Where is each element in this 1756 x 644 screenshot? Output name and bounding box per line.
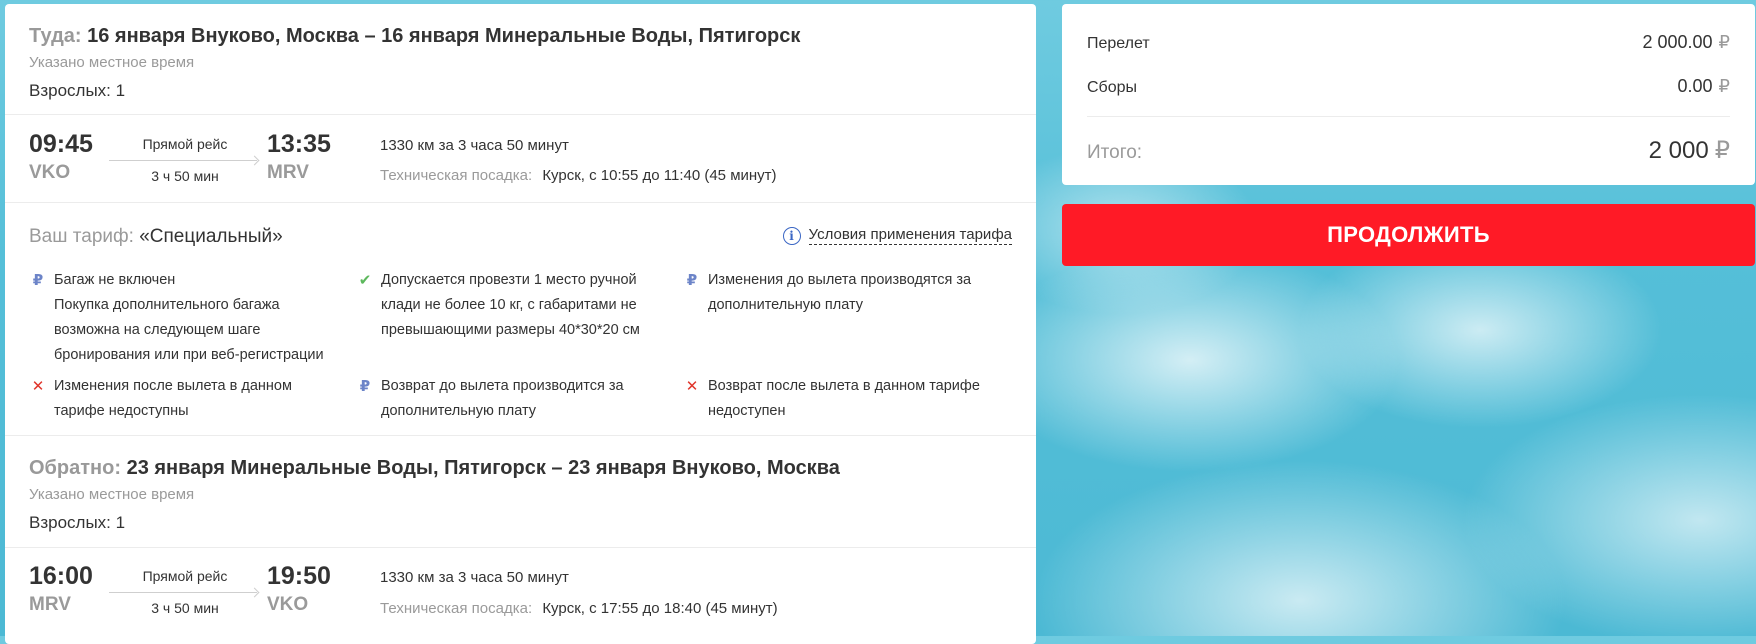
ruble-icon: ₽ — [686, 272, 698, 289]
tariff-feature: ₽ Багаж не включен Покупка дополнительно… — [33, 268, 344, 368]
flight-price-row: Перелет 2 000.00 ₽ — [1087, 32, 1730, 53]
tariff-label: Ваш тариф: — [29, 226, 134, 247]
outbound-arrival-time: 13:35 — [267, 130, 331, 158]
outbound-time-note: Указано местное время — [29, 54, 195, 71]
outbound-stopover: Техническая посадка: Курск, с 10:55 до 1… — [380, 167, 777, 184]
inbound-time-note: Указано местное время — [29, 486, 195, 503]
inbound-arrival-code: VKO — [267, 594, 309, 615]
inbound-departure-time: 16:00 — [29, 562, 93, 590]
inbound-flight-type: Прямой рейс — [142, 568, 228, 584]
ruble-icon: ₽ — [359, 378, 371, 395]
inbound-route: 23 января Минеральные Воды, Пятигорск – … — [126, 457, 840, 479]
tariff-feature: ✕ Возврат после вылета в данном тарифе н… — [686, 374, 998, 424]
tariff-conditions-link[interactable]: i Условия применения тарифа — [782, 226, 1012, 245]
info-icon: i — [782, 226, 801, 245]
divider — [5, 202, 1036, 203]
stopover-value: Курск, с 17:55 до 18:40 (45 минут) — [542, 600, 778, 617]
itinerary-card: Туда: 16 января Внуково, Москва – 16 янв… — [5, 4, 1036, 644]
outbound-route: 16 января Внуково, Москва – 16 января Ми… — [87, 25, 801, 47]
ruble-icon: ₽ — [1718, 76, 1730, 96]
divider — [5, 435, 1036, 436]
inbound-distance: 1330 км за 3 часа 50 минут — [380, 569, 569, 586]
inbound-title: Обратно: 23 января Минеральные Воды, Пят… — [29, 457, 840, 480]
outbound-title: Туда: 16 января Внуково, Москва – 16 янв… — [29, 25, 800, 48]
inbound-header: Обратно: 23 января Минеральные Воды, Пят… — [29, 457, 840, 533]
tariff-feature: ₽ Возврат до вылета производится за допо… — [360, 374, 671, 424]
tariff-title: Ваш тариф: «Специальный» — [29, 226, 283, 248]
flight-price-amount: 2 000.00 — [1642, 32, 1713, 52]
tariff-feature-text: Изменения после вылета в данном тарифе н… — [54, 378, 292, 419]
outbound-arrival-code: MRV — [267, 162, 309, 183]
total-label: Итого: — [1087, 142, 1143, 163]
flight-price-label: Перелет — [1087, 35, 1150, 52]
total-value: 2 000 ₽ — [1649, 136, 1730, 165]
tariff-feature-text: Допускается провезти 1 место ручной клад… — [381, 272, 640, 338]
total-row: Итого: 2 000 ₽ — [1087, 136, 1730, 165]
stopover-label: Техническая посадка: — [380, 600, 533, 617]
outbound-distance: 1330 км за 3 часа 50 минут — [380, 137, 569, 154]
tariff-feature: ✔ Допускается провезти 1 место ручной кл… — [359, 268, 671, 343]
outbound-direction-label: Туда: — [29, 25, 82, 47]
inbound-duration: 3 ч 50 мин — [151, 600, 219, 616]
outbound-flight-type: Прямой рейс — [142, 136, 228, 152]
tariff-feature: ₽ Изменения до вылета производятся за до… — [687, 268, 998, 318]
ruble-icon: ₽ — [1714, 137, 1730, 164]
cross-icon: ✕ — [685, 378, 699, 395]
divider — [1087, 116, 1730, 117]
flight-price-value: 2 000.00 ₽ — [1642, 32, 1730, 53]
outbound-departure-time: 09:45 — [29, 130, 93, 158]
arrow-right-icon — [109, 160, 257, 161]
fees-label: Сборы — [1087, 79, 1138, 96]
ruble-icon: ₽ — [32, 272, 44, 289]
outbound-passengers: Взрослых: 1 — [29, 81, 126, 100]
ruble-icon: ₽ — [1718, 32, 1730, 52]
tariff-feature: ✕ Изменения после вылета в данном тарифе… — [32, 374, 344, 424]
outbound-duration: 3 ч 50 мин — [151, 168, 219, 184]
total-amount: 2 000 — [1648, 137, 1709, 164]
inbound-departure-code: MRV — [29, 594, 71, 615]
inbound-stopover: Техническая посадка: Курск, с 17:55 до 1… — [380, 600, 778, 617]
tariff-feature-text: Изменения до вылета производятся за допо… — [708, 272, 972, 313]
fees-amount: 0.00 — [1677, 76, 1713, 96]
price-summary-card: Перелет 2 000.00 ₽ Сборы 0.00 ₽ Итого: 2 0… — [1062, 4, 1755, 185]
inbound-passengers: Взрослых: 1 — [29, 513, 126, 532]
check-icon: ✔ — [358, 272, 372, 289]
outbound-header: Туда: 16 января Внуково, Москва – 16 янв… — [29, 25, 800, 101]
tariff-conditions-label: Условия применения тарифа — [808, 226, 1012, 245]
fees-row: Сборы 0.00 ₽ — [1087, 76, 1730, 97]
tariff-feature-text: Возврат после вылета в данном тарифе нед… — [708, 378, 980, 419]
arrow-right-icon — [109, 592, 257, 593]
stopover-value: Курск, с 10:55 до 11:40 (45 минут) — [542, 167, 777, 184]
inbound-arrival-time: 19:50 — [267, 562, 331, 590]
continue-button[interactable]: ПРОДОЛЖИТЬ — [1062, 204, 1755, 266]
outbound-departure-code: VKO — [29, 162, 71, 183]
divider — [5, 547, 1036, 548]
fees-value: 0.00 ₽ — [1678, 76, 1731, 97]
tariff-feature-text: Возврат до вылета производится за дополн… — [381, 378, 624, 419]
cross-icon: ✕ — [31, 378, 45, 395]
stopover-label: Техническая посадка: — [380, 167, 533, 184]
tariff-feature-text: Багаж не включен Покупка дополнительного… — [54, 272, 324, 363]
inbound-direction-label: Обратно: — [29, 457, 122, 479]
tariff-name: «Специальный» — [139, 226, 283, 247]
divider — [5, 114, 1036, 115]
